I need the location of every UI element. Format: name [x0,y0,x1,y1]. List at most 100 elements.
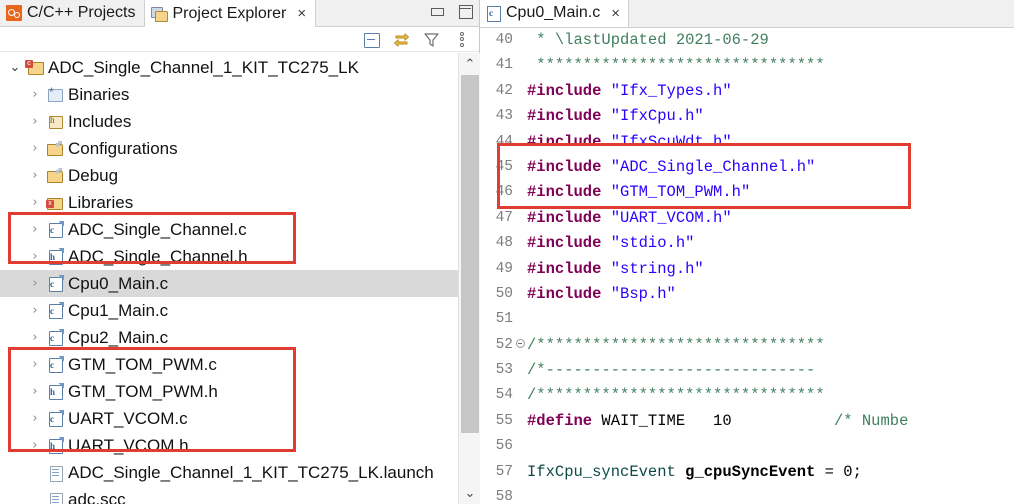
code-token: "GTM_TOM_PWM.h" [610,183,751,202]
line-number: 47 [480,205,514,232]
maximize-view-icon[interactable] [457,3,473,19]
code-token: #define [527,411,602,430]
scrollbar-thumb[interactable] [461,75,479,433]
code-token: "IfxScuWdt.h" [610,132,732,151]
twisty-collapsed-icon[interactable]: › [26,141,44,156]
filter-icon[interactable] [423,31,440,48]
code-token: #include [527,208,611,227]
code-token: WAIT_TIME 10 [601,411,732,430]
code-text: /******************************* [526,383,1014,408]
twisty-collapsed-icon[interactable]: › [26,357,44,372]
code-token: "Ifx_Types.h" [610,81,732,100]
code-token: g_cpuSyncEvent [685,462,816,481]
tree-item-uart-vcom-h[interactable]: › UART_VCOM.h [0,432,458,459]
tree-item-adc-single-channel-1-kit-tc275-lk-launch[interactable]: ADC_Single_Channel_1_KIT_TC275_LK.launch [0,459,458,486]
editor-tab-close-icon[interactable]: × [611,6,620,21]
view-menu-icon[interactable] [453,31,470,48]
tree-item-label: ADC_Single_Channel.h [68,246,248,266]
code-token: /******************************* [527,386,825,405]
file-corner-marker [58,355,64,362]
twisty-collapsed-icon[interactable]: › [26,222,44,237]
file-corner-marker [58,436,64,443]
twisty-collapsed-icon[interactable]: › [26,438,44,453]
tree-item-configurations[interactable]: › Configurations [0,135,458,162]
twisty-collapsed-icon[interactable]: › [26,168,44,183]
eclipse-ide-window: C/C++ Projects Project Explorer × ⌄ c AD… [0,0,1014,504]
minimize-view-icon[interactable] [429,3,445,19]
file-corner-marker [58,247,64,254]
twisty-collapsed-icon[interactable]: › [26,384,44,399]
source-code-area[interactable]: 40 * \lastUpdated 2021-06-29 41 *********… [480,28,1014,504]
scroll-up-arrow-icon[interactable]: ⌃ [459,53,480,75]
c-source-file-icon [46,355,64,374]
code-token: #include [527,183,611,202]
tab-project-explorer[interactable]: Project Explorer × [144,0,317,27]
tree-item-cpu2-main-c[interactable]: › Cpu2_Main.c [0,324,458,351]
code-lines: 40 * \lastUpdated 2021-06-29 41 *********… [480,28,1014,504]
c-source-file-icon [46,409,64,428]
tree-item-gtm-tom-pwm-h[interactable]: › GTM_TOM_PWM.h [0,378,458,405]
folder-icon [46,140,64,158]
fold-collapse-icon[interactable] [514,333,526,358]
code-text: #include "string.h" [526,257,1014,282]
file-corner-marker [58,328,64,335]
code-token: IfxCpu_syncEvent [527,462,686,481]
tree-item-adc-single-channel-h[interactable]: › ADC_Single_Channel.h [0,243,458,270]
tab-ccpp-projects[interactable]: C/C++ Projects [0,0,145,26]
line-number: 51 [480,307,514,333]
code-text: #include "GTM_TOM_PWM.h" [526,180,1014,205]
tree-item-adc-scc[interactable]: adc.scc [0,486,458,504]
file-corner-marker [58,274,64,281]
tree-item-gtm-tom-pwm-c[interactable]: › GTM_TOM_PWM.c [0,351,458,378]
code-token: #include [527,132,611,151]
file-corner-marker [58,301,64,308]
twisty-collapsed-icon[interactable]: › [26,330,44,345]
twisty-collapsed-icon[interactable]: › [26,87,44,102]
collapse-all-icon[interactable] [363,31,380,48]
menu-dot [459,31,464,36]
tree-item-debug[interactable]: › Debug [0,162,458,189]
twisty-collapsed-icon[interactable]: › [26,114,44,129]
link-with-editor-glyph [393,32,410,47]
twisty-collapsed-icon[interactable]: › [26,249,44,264]
line-number: 46 [480,180,514,206]
tree-item-uart-vcom-c[interactable]: › UART_VCOM.c [0,405,458,432]
tree-item-label: ADC_Single_Channel_1_KIT_TC275_LK.launch [68,462,434,482]
tree-item-includes[interactable]: › Includes [0,108,458,135]
tree-item-binaries[interactable]: › Binaries [0,81,458,108]
binaries-icon [46,85,64,104]
line-number: 48 [480,231,514,257]
line-number: 43 [480,104,514,130]
code-token: * \lastUpdated 2021-06-29 [527,31,769,49]
tree-item-adc-single-channel-c[interactable]: › ADC_Single_Channel.c [0,216,458,243]
tree-item-label: Cpu2_Main.c [68,327,169,347]
twisty-collapsed-icon[interactable]: › [26,411,44,426]
twisty-collapsed-icon[interactable]: › [26,195,44,210]
menu-dot [459,42,464,47]
tab-close-icon[interactable]: × [297,6,306,21]
tree-item-libraries[interactable]: › Libraries [0,189,458,216]
c-source-file-icon [46,301,64,320]
code-token: "IfxCpu.h" [610,107,704,126]
tab-ccpp-projects-label: C/C++ Projects [27,3,136,21]
tree-item-adc-single-channel-1-kit-tc275-lk[interactable]: ⌄ ADC_Single_Channel_1_KIT_TC275_LK [0,54,458,81]
code-line: 43 #include "IfxCpu.h" [480,104,1014,130]
code-line: 54 /******************************* [480,383,1014,409]
fold-marker-glyph [515,339,525,349]
link-with-editor-icon[interactable] [393,31,410,48]
line-number: 42 [480,78,514,105]
twisty-expanded-icon[interactable]: ⌄ [6,60,24,75]
tree-item-label: GTM_TOM_PWM.c [68,354,217,374]
twisty-collapsed-icon[interactable]: › [26,276,44,291]
line-number: 40 [480,28,514,54]
tab-cpu0-main-c[interactable]: Cpu0_Main.c × [480,0,630,27]
tree-item-cpu0-main-c[interactable]: › Cpu0_Main.c [0,270,458,297]
tree-item-label: ADC_Single_Channel_1_KIT_TC275_LK [48,57,359,77]
scroll-down-arrow-icon[interactable]: ⌄ [459,482,480,504]
tree-item-cpu1-main-c[interactable]: › Cpu1_Main.c [0,297,458,324]
file-corner-marker [58,409,64,416]
code-token: #include [527,81,611,100]
code-text: #include "UART_VCOM.h" [526,206,1014,231]
tree-vertical-scrollbar[interactable]: ⌃ ⌄ [458,53,480,504]
twisty-collapsed-icon[interactable]: › [26,303,44,318]
